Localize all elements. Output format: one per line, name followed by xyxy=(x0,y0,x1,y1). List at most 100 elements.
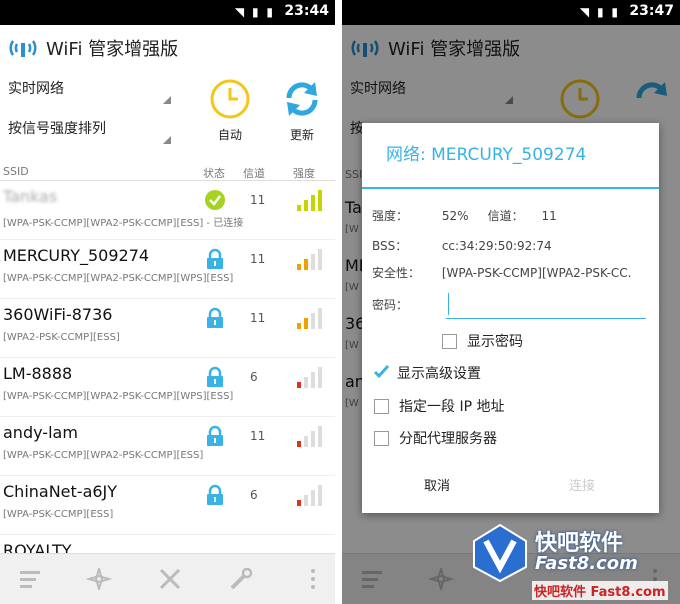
lock-icon xyxy=(207,307,223,328)
auto-button[interactable]: 自动 xyxy=(200,78,260,143)
password-cursor xyxy=(448,293,449,315)
network-ssid: LM-8888 xyxy=(3,364,73,383)
spinner-arrow-icon xyxy=(163,136,171,144)
watermark: 快吧软件 Fast8.com 快吧软件 Fast8.com xyxy=(470,523,680,603)
checkbox-box xyxy=(442,333,457,349)
lock-icon xyxy=(207,425,223,446)
network-spinner[interactable]: 实时网络 xyxy=(8,78,173,106)
clock-icon xyxy=(210,79,250,119)
tools-cross-icon[interactable] xyxy=(157,568,183,590)
checkbox-box xyxy=(374,430,389,446)
checkbox-box xyxy=(374,398,389,414)
network-channel: 11 xyxy=(250,429,266,443)
static-ip-label: 指定一段 IP 地址 xyxy=(399,399,505,415)
network-channel: 6 xyxy=(250,370,258,384)
network-encryption: [WPA-PSK-CCMP][WPA2-PSK-CCMP][WPS][ESS] xyxy=(3,391,234,402)
dialog-title: 网络: MERCURY_509274 xyxy=(362,123,659,189)
left-screen: ◥ ▮ ▮ 23:44 WiFi 管家增强版 实时网络 按信号强度排列 自动 更… xyxy=(0,0,335,604)
security-value: [WPA-PSK-CCMP][WPA2-PSK-CC. xyxy=(441,266,632,280)
network-row[interactable]: ChinaNet-a6JY [WPA-PSK-CCMP][ESS] 6 xyxy=(0,476,335,535)
network-encryption: [WPA-PSK-CCMP][ESS] xyxy=(3,509,114,520)
list-header: SSID 状态 信道 强度 xyxy=(0,162,335,181)
channel-value: 11 xyxy=(541,209,557,223)
static-ip-checkbox[interactable]: 指定一段 IP 地址 xyxy=(374,396,504,416)
compass-icon[interactable] xyxy=(86,568,112,590)
network-channel: 6 xyxy=(250,488,258,502)
network-channel: 11 xyxy=(250,311,266,325)
strength-label: 强度： xyxy=(372,209,409,223)
wifi-signal-battery-icons: ◥ ▮ ▮ xyxy=(579,5,620,19)
network-channel: 11 xyxy=(250,252,266,266)
show-password-label: 显示密码 xyxy=(467,334,523,350)
lock-icon xyxy=(207,366,223,387)
signal-strength-icon xyxy=(297,426,322,447)
bss-label: BSS： xyxy=(372,239,408,253)
col-ssid: SSID xyxy=(3,165,29,178)
watermark-logo-icon xyxy=(473,523,527,583)
signal-strength-icon xyxy=(297,485,322,506)
status-time: 23:47 xyxy=(629,3,674,19)
security-row: 安全性： [WPA-PSK-CCMP][WPA2-PSK-CC. xyxy=(372,264,632,281)
network-ssid: andy-lam xyxy=(3,423,78,442)
wrench-icon[interactable] xyxy=(228,568,254,590)
overflow-menu-icon[interactable] xyxy=(300,568,326,590)
network-spinner-label: 实时网络 xyxy=(8,81,64,97)
proxy-label: 分配代理服务器 xyxy=(399,431,497,447)
col-status: 状态 xyxy=(203,167,225,180)
col-strength: 强度 xyxy=(293,167,315,180)
col-channel: 信道 xyxy=(243,167,265,180)
watermark-bottom: 快吧软件 Fast8.com xyxy=(532,581,668,600)
strength-value: 52% xyxy=(441,209,469,223)
lock-icon xyxy=(207,248,223,269)
menu-list-icon[interactable] xyxy=(18,568,44,590)
spinner-arrow-icon xyxy=(163,96,171,104)
show-password-checkbox[interactable]: 显示密码 xyxy=(442,331,523,351)
network-ssid: ChinaNet-a6JY xyxy=(3,482,118,501)
status-bar: ◥ ▮ ▮ 23:44 xyxy=(0,0,335,25)
network-list: Tankas [WPA-PSK-CCMP][WPA2-PSK-CCMP][ESS]… xyxy=(0,181,335,594)
network-encryption: [WPA-PSK-CCMP][WPA2-PSK-CCMP][ESS] xyxy=(3,450,204,461)
status-time: 23:44 xyxy=(284,3,329,19)
network-ssid: MERCURY_509274 xyxy=(3,246,150,265)
cancel-button[interactable]: 取消 xyxy=(424,475,450,494)
proxy-checkbox[interactable]: 分配代理服务器 xyxy=(374,428,497,448)
refresh-icon xyxy=(286,82,318,116)
password-row: 密码： xyxy=(372,296,438,313)
bottom-toolbar xyxy=(0,553,335,604)
lock-icon xyxy=(207,484,223,505)
advanced-checkbox[interactable]: 显示高级设置 xyxy=(373,363,481,383)
auto-label: 自动 xyxy=(217,128,242,142)
strength-row: 强度： 52% 信道： 11 xyxy=(372,207,557,224)
refresh-button[interactable]: 更新 xyxy=(272,78,332,143)
network-dialog: 网络: MERCURY_509274 强度： 52% 信道： 11 BSS： c… xyxy=(362,123,659,513)
password-input[interactable] xyxy=(446,318,646,319)
bss-value: cc:34:29:50:92:74 xyxy=(441,239,552,253)
sort-spinner-label: 按信号强度排列 xyxy=(8,121,106,137)
divider xyxy=(335,0,342,604)
refresh-label: 更新 xyxy=(289,128,314,142)
network-row[interactable]: Tankas [WPA-PSK-CCMP][WPA2-PSK-CCMP][ESS]… xyxy=(0,181,335,240)
checkmark-icon xyxy=(373,364,389,380)
signal-strength-icon xyxy=(297,308,322,329)
network-ssid: Tankas xyxy=(3,187,58,206)
network-encryption: [WPA2-PSK-CCMP][ESS] xyxy=(3,332,120,343)
connected-check-icon xyxy=(205,190,225,210)
network-ssid: 360WiFi-8736 xyxy=(3,305,113,324)
bss-row: BSS： cc:34:29:50:92:74 xyxy=(372,237,552,254)
wifi-app-icon xyxy=(9,39,37,57)
signal-strength-icon xyxy=(297,249,322,270)
controls: 实时网络 按信号强度排列 自动 更新 xyxy=(0,70,335,162)
connect-button[interactable]: 连接 xyxy=(569,475,595,494)
signal-strength-icon xyxy=(297,190,322,211)
network-row[interactable]: andy-lam [WPA-PSK-CCMP][WPA2-PSK-CCMP][ES… xyxy=(0,417,335,476)
app-bar: WiFi 管家增强版 xyxy=(0,25,335,70)
sort-spinner[interactable]: 按信号强度排列 xyxy=(8,118,173,146)
network-encryption: [WPA-PSK-CCMP][WPA2-PSK-CCMP][ESS] - 已连接 xyxy=(3,218,244,229)
network-row[interactable]: 360WiFi-8736 [WPA2-PSK-CCMP][ESS] 11 xyxy=(0,299,335,358)
network-row[interactable]: LM-8888 [WPA-PSK-CCMP][WPA2-PSK-CCMP][WPS… xyxy=(0,358,335,417)
network-row[interactable]: MERCURY_509274 [WPA-PSK-CCMP][WPA2-PSK-CC… xyxy=(0,240,335,299)
app-title: WiFi 管家增强版 xyxy=(46,38,179,60)
watermark-sub: Fast8.com xyxy=(535,553,638,574)
right-screen: ◥ ▮ ▮ 23:47 WiFi 管家增强版 实时网络 按 SSI Ta [W … xyxy=(342,0,680,604)
network-channel: 11 xyxy=(250,193,266,207)
